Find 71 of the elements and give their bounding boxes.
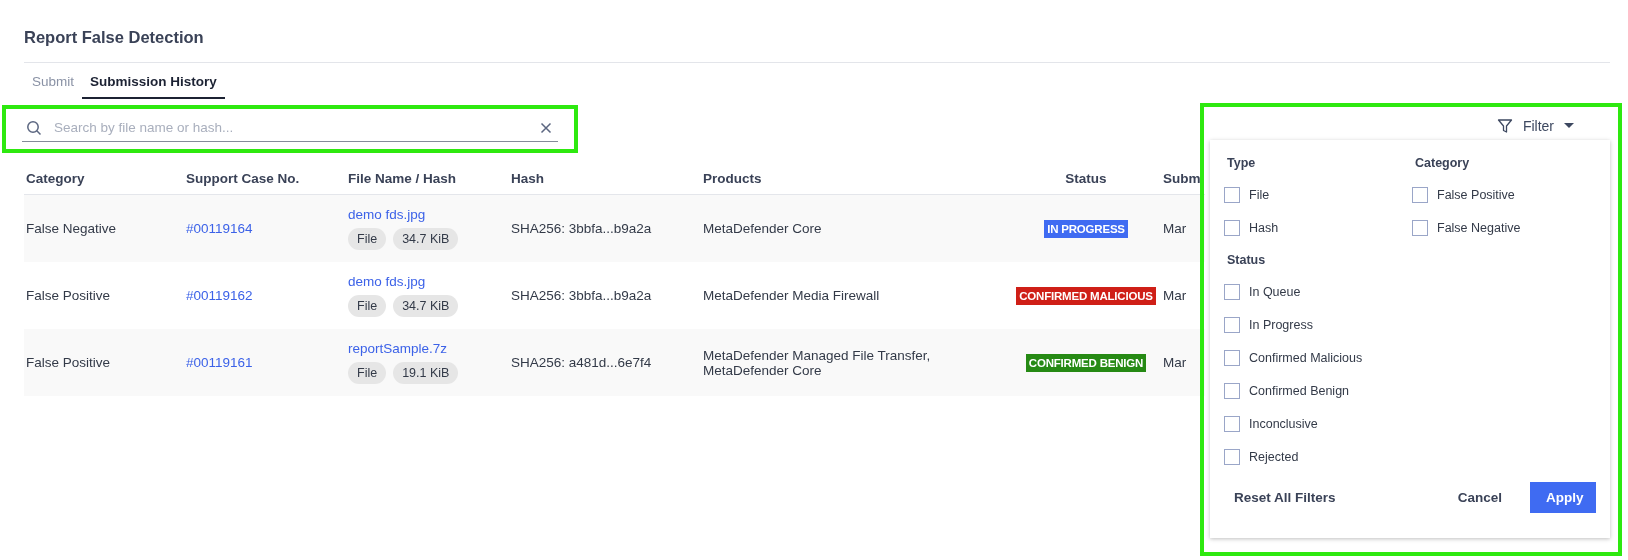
clear-icon[interactable] bbox=[540, 121, 552, 134]
tag-chip: File bbox=[348, 228, 387, 250]
search-icon bbox=[26, 119, 42, 136]
table-cell: MetaDefender Media Firewall bbox=[703, 288, 880, 303]
tag-chip: 34.7 KiB bbox=[393, 295, 459, 317]
tag-chip: 34.7 KiB bbox=[393, 228, 459, 250]
column-header: Category bbox=[24, 165, 184, 195]
tag-chip: File bbox=[348, 295, 387, 317]
checkbox[interactable] bbox=[1412, 187, 1428, 203]
group-heading: Category bbox=[1414, 156, 1471, 172]
tag-chip: File bbox=[348, 362, 387, 384]
filter-button[interactable]: Filter bbox=[1492, 116, 1578, 136]
column-header: Hash bbox=[509, 165, 701, 195]
file-link[interactable]: demo fds.jpg bbox=[348, 207, 426, 222]
checkbox[interactable] bbox=[1412, 220, 1428, 236]
status-badge: IN PROGRESS bbox=[1044, 220, 1128, 238]
checkbox-label: Rejected bbox=[1249, 450, 1299, 464]
column-header: Subm bbox=[1161, 165, 1205, 195]
checkbox-label: Hash bbox=[1249, 221, 1279, 235]
checkbox-label: In Progress bbox=[1249, 318, 1313, 332]
table-cell: MetaDefender Managed File Transfer, bbox=[703, 347, 931, 363]
table-cell: SHA256: 3bbfa...b9a2a bbox=[511, 288, 652, 303]
table-cell: Mar bbox=[1163, 221, 1187, 236]
checkbox[interactable] bbox=[1224, 350, 1240, 366]
column-header: File Name / Hash bbox=[346, 165, 509, 195]
caret-icon bbox=[1564, 123, 1574, 129]
table-cell: MetaDefender Core bbox=[703, 221, 822, 236]
checkbox-label: False Positive bbox=[1437, 188, 1515, 202]
checkbox[interactable] bbox=[1224, 416, 1240, 432]
reset-button[interactable]: Reset All Filters bbox=[1224, 482, 1346, 513]
status-badge: CONFIRMED BENIGN bbox=[1025, 354, 1147, 372]
checkbox-label: False Negative bbox=[1437, 221, 1521, 235]
search-input[interactable]: Search by file name or hash... bbox=[52, 119, 530, 136]
file-link[interactable]: demo fds.jpg bbox=[348, 274, 426, 289]
table-cell: False Positive bbox=[26, 288, 111, 303]
checkbox[interactable] bbox=[1224, 220, 1240, 236]
cancel-button[interactable]: Cancel bbox=[1447, 482, 1512, 513]
case-link[interactable]: #00119164 bbox=[186, 221, 253, 236]
checkbox[interactable] bbox=[1224, 317, 1240, 333]
table-cell: SHA256: 3bbfa...b9a2a bbox=[511, 221, 652, 236]
funnel-icon bbox=[1496, 118, 1513, 134]
tab[interactable]: Submit bbox=[24, 67, 83, 99]
group-heading: Type bbox=[1226, 156, 1257, 172]
case-link[interactable]: #00119161 bbox=[186, 355, 253, 370]
checkbox[interactable] bbox=[1224, 383, 1240, 399]
table-cell: False Negative bbox=[26, 221, 117, 236]
tab[interactable]: Submission History bbox=[82, 67, 225, 99]
table-cell: SHA256: a481d...6e7f4 bbox=[511, 355, 652, 370]
table-cell: Mar bbox=[1163, 288, 1187, 303]
checkbox[interactable] bbox=[1224, 449, 1240, 465]
column-header: Support Case No. bbox=[184, 165, 346, 195]
checkbox[interactable] bbox=[1224, 187, 1240, 203]
page-title: Report False Detection bbox=[24, 27, 205, 48]
checkbox-label: Confirmed Benign bbox=[1249, 384, 1350, 398]
table-cell: False Positive bbox=[26, 355, 111, 370]
checkbox-label: Confirmed Malicious bbox=[1249, 351, 1363, 365]
table-cell: Mar bbox=[1163, 355, 1187, 370]
case-link[interactable]: #00119162 bbox=[186, 288, 253, 303]
column-header: Products bbox=[701, 165, 1011, 195]
search-field[interactable]: Search by file name or hash... bbox=[22, 115, 558, 142]
checkbox-label: File bbox=[1249, 188, 1270, 202]
apply-button[interactable]: Apply bbox=[1530, 482, 1596, 513]
checkbox-label: In Queue bbox=[1249, 285, 1301, 299]
checkbox[interactable] bbox=[1224, 284, 1240, 300]
tag-chip: 19.1 KiB bbox=[393, 362, 459, 384]
table-cell: MetaDefender Core bbox=[703, 362, 822, 378]
status-badge: CONFIRMED MALICIOUS bbox=[1016, 287, 1156, 305]
file-link[interactable]: reportSample.7z bbox=[348, 341, 448, 356]
checkbox-label: Inconclusive bbox=[1249, 417, 1318, 431]
group-heading: Status bbox=[1226, 253, 1267, 269]
column-header: Status bbox=[1011, 165, 1161, 195]
